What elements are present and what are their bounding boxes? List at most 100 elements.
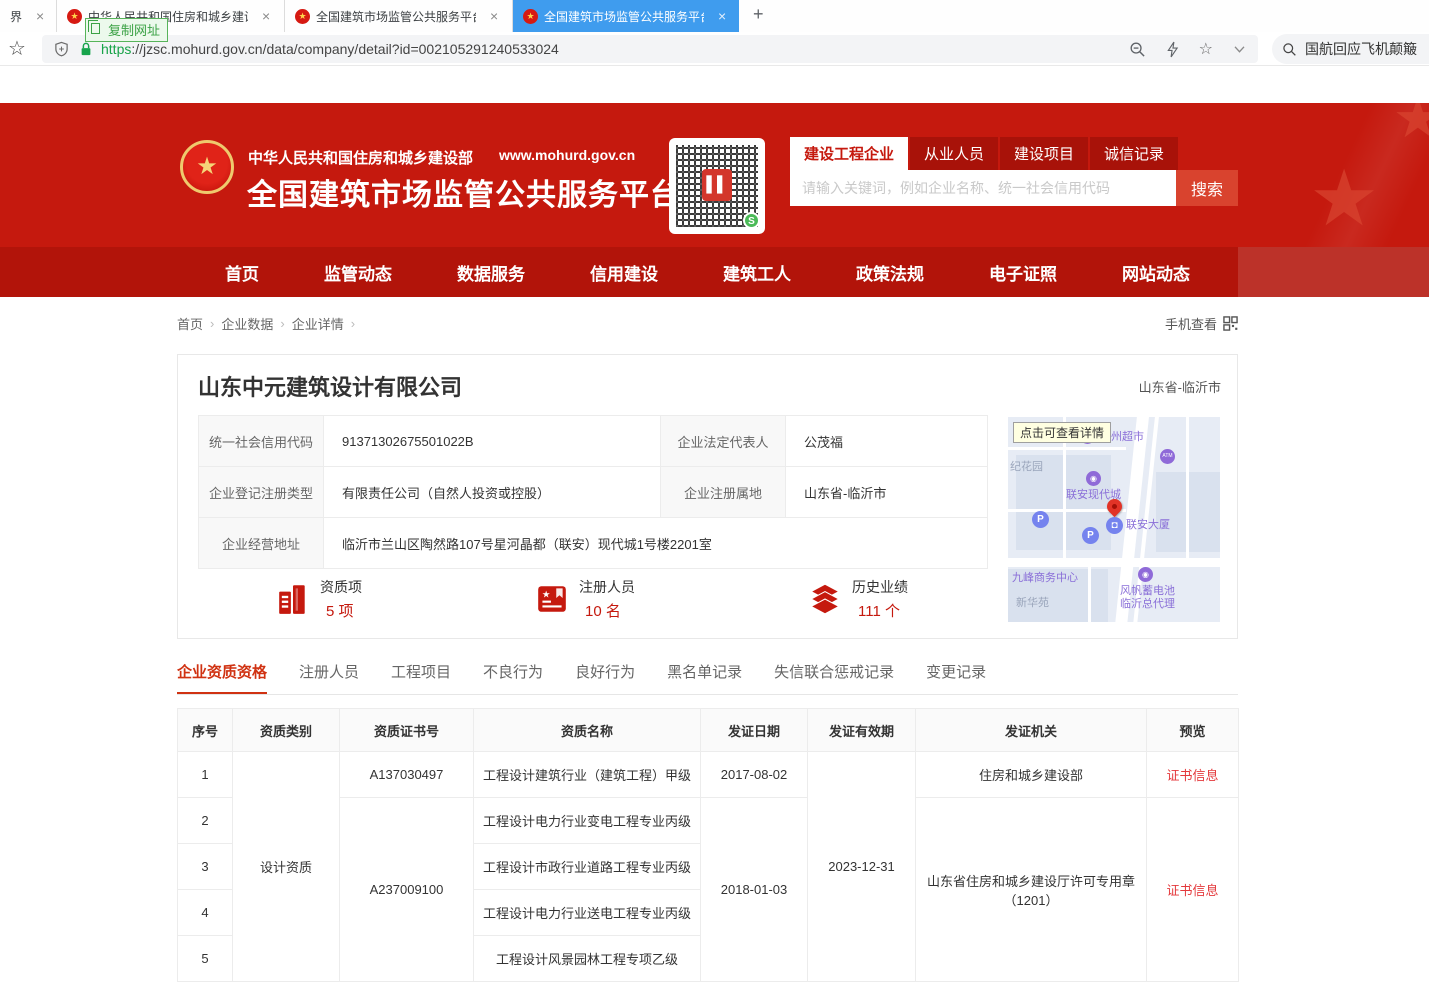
col-header: 序号 xyxy=(178,709,233,752)
page: 界 × ★ 中华人民共和国住房和城乡建设 × ★ 全国建筑市场监管公共服务平台 … xyxy=(0,0,1429,996)
new-tab-button[interactable]: + xyxy=(739,0,778,32)
map-label-garden: 纪花园 xyxy=(1010,461,1043,474)
col-header: 预览 xyxy=(1147,709,1239,752)
content: 首页 › 企业数据 › 企业详情 › 手机查看 山东中元建筑设计有限公司 山东省… xyxy=(177,305,1238,982)
lightning-icon[interactable] xyxy=(1166,41,1179,58)
wechat-mini-icon: S xyxy=(743,212,760,229)
hot-search-text[interactable]: 国航回应飞机颠簸 xyxy=(1305,39,1417,59)
certificate-info-link[interactable]: 证书信息 xyxy=(1166,883,1218,898)
search-tab-personnel[interactable]: 从业人员 xyxy=(910,137,998,170)
stat-registered-personnel[interactable]: ★ 注册人员10 名 xyxy=(535,577,635,621)
cell-issuer: 山东省住房和城乡建设厅许可专用章（1201） xyxy=(916,798,1147,982)
address-field[interactable]: https://jzsc.mohurd.gov.cn/data/company/… xyxy=(42,35,1258,63)
stat-qualifications[interactable]: 资质项5 项 xyxy=(276,577,362,621)
tab-change-records[interactable]: 变更记录 xyxy=(926,661,986,694)
url-text[interactable]: https://jzsc.mohurd.gov.cn/data/company/… xyxy=(101,41,559,57)
nav-workers[interactable]: 建筑工人 xyxy=(723,260,791,285)
map-pin-icon: ◘ xyxy=(1106,517,1123,534)
emblem-favicon-icon: ★ xyxy=(67,9,82,24)
cell-name: 工程设计市政行业道路工程专业丙级 xyxy=(474,844,701,890)
tab-title: 界 xyxy=(10,8,22,25)
keyword-search-input[interactable] xyxy=(790,170,1176,206)
nav-supervision[interactable]: 监管动态 xyxy=(324,260,392,285)
cell-no: 3 xyxy=(178,844,233,890)
reg-region-value: 山东省-临沂市 xyxy=(786,467,988,518)
credit-code-value: 91371302675501022B xyxy=(324,416,661,467)
tab-blacklist[interactable]: 黑名单记录 xyxy=(667,661,742,694)
ministry-website: www.mohurd.gov.cn xyxy=(499,147,635,168)
col-header: 发证有效期 xyxy=(808,709,916,752)
cell-no: 5 xyxy=(178,936,233,982)
search-tab-enterprise[interactable]: 建设工程企业 xyxy=(790,137,908,170)
info-label: 统一社会信用代码 xyxy=(199,416,324,467)
cell-no: 1 xyxy=(178,752,233,798)
mobile-view-link[interactable]: 手机查看 xyxy=(1165,314,1238,333)
nav-e-license[interactable]: 电子证照 xyxy=(989,260,1057,285)
location-map[interactable]: ◉ 九州超市 纪花园 ATM ◉ 联安现代城 ◘ 联安大厦 P P 九峰商务中心… xyxy=(1008,417,1220,622)
tab-dishonesty-records[interactable]: 失信联合惩戒记录 xyxy=(774,661,894,694)
legal-rep-value: 公茂福 xyxy=(786,416,988,467)
address-value: 临沂市兰山区陶然路107号星河晶都（联安）现代城1号楼2201室 xyxy=(324,518,988,569)
map-pin-icon: ◉ xyxy=(1086,471,1101,486)
browser-tab-jzsc-active[interactable]: ★ 全国建筑市场监管公共服务平台 × xyxy=(513,0,739,32)
table-row: 1 设计资质 A137030497 工程设计建筑行业（建筑工程）甲级 2017-… xyxy=(178,752,1239,798)
breadcrumb-company-detail[interactable]: 企业详情 xyxy=(292,314,344,333)
close-icon[interactable]: × xyxy=(490,8,498,24)
nav-data-service[interactable]: 数据服务 xyxy=(457,260,525,285)
company-info-table: 统一社会信用代码 91371302675501022B 企业法定代表人 公茂福 … xyxy=(198,415,988,569)
map-road xyxy=(1088,567,1091,622)
cell-category: 设计资质 xyxy=(233,752,340,982)
close-icon[interactable]: × xyxy=(262,8,270,24)
col-header: 资质类别 xyxy=(233,709,340,752)
breadcrumb-separator: › xyxy=(210,316,214,331)
certificate-book-icon: ★ xyxy=(535,582,569,616)
close-icon[interactable]: × xyxy=(36,8,44,24)
close-icon[interactable]: × xyxy=(718,8,726,24)
copy-url-tooltip: 复制网址 xyxy=(85,18,168,42)
map-road xyxy=(1008,447,1126,450)
decor-star-icon: ★ xyxy=(1393,103,1429,151)
nav-credit[interactable]: 信用建设 xyxy=(590,260,658,285)
certificate-info-link[interactable]: 证书信息 xyxy=(1166,768,1218,783)
shield-icon[interactable] xyxy=(54,41,69,57)
cell-name: 工程设计电力行业送电工程专业丙级 xyxy=(474,890,701,936)
breadcrumb-separator: › xyxy=(280,316,284,331)
search-button[interactable]: 搜索 xyxy=(1176,170,1238,206)
bookmark-star-icon[interactable]: ☆ xyxy=(8,36,26,61)
cell-name: 工程设计风景园林工程专项乙级 xyxy=(474,936,701,982)
nav-home[interactable]: 首页 xyxy=(225,260,259,285)
tab-qualifications[interactable]: 企业资质资格 xyxy=(177,661,267,694)
tab-bad-behavior[interactable]: 不良行为 xyxy=(483,661,543,694)
search-icon xyxy=(1282,42,1297,57)
chevron-down-icon[interactable] xyxy=(1233,45,1246,54)
nav-decoration xyxy=(1238,247,1429,297)
stat-history-performance[interactable]: 历史业绩111 个 xyxy=(808,577,908,621)
tab-registered-personnel[interactable]: 注册人员 xyxy=(299,661,359,694)
parking-icon: P xyxy=(1032,511,1049,528)
search-tab-project[interactable]: 建设项目 xyxy=(1000,137,1088,170)
breadcrumb-home[interactable]: 首页 xyxy=(177,314,203,333)
cell-validity: 2023-12-31 xyxy=(808,752,916,982)
cell-issue-date: 2018-01-03 xyxy=(701,798,808,982)
map-label-business-center: 九峰商务中心 xyxy=(1012,572,1078,585)
search-tabs: 建设工程企业 从业人员 建设项目 诚信记录 xyxy=(790,137,1238,170)
cell-name: 工程设计电力行业变电工程专业丙级 xyxy=(474,798,701,844)
breadcrumb-separator: › xyxy=(351,316,355,331)
tab-good-behavior[interactable]: 良好行为 xyxy=(575,661,635,694)
header-qr-code: ▌▌ S xyxy=(669,138,765,234)
browser-search-box[interactable]: 国航回应飞机颠簸 xyxy=(1272,34,1429,64)
tab-projects[interactable]: 工程项目 xyxy=(391,661,451,694)
zoom-out-icon[interactable] xyxy=(1129,41,1146,58)
browser-tab-jzsc-1[interactable]: ★ 全国建筑市场监管公共服务平台 × xyxy=(285,0,513,32)
company-stats: 资质项5 项 ★ 注册人员10 名 历史业绩111 个 xyxy=(198,577,986,621)
table-header-row: 序号 资质类别 资质证书号 资质名称 发证日期 发证有效期 发证机关 预览 xyxy=(178,709,1239,752)
nav-site-news[interactable]: 网站动态 xyxy=(1122,260,1190,285)
breadcrumb: 首页 › 企业数据 › 企业详情 › 手机查看 xyxy=(177,305,1238,341)
breadcrumb-company-data[interactable]: 企业数据 xyxy=(221,314,273,333)
nav-policy[interactable]: 政策法规 xyxy=(856,260,924,285)
favorite-star-icon[interactable]: ☆ xyxy=(1199,39,1213,59)
browser-tab-partial[interactable]: 界 × xyxy=(0,0,57,32)
parking-icon: P xyxy=(1082,527,1099,544)
map-label-battery: 风帆蓄电池 临沂总代理 xyxy=(1120,585,1175,611)
search-tab-credit[interactable]: 诚信记录 xyxy=(1090,137,1178,170)
